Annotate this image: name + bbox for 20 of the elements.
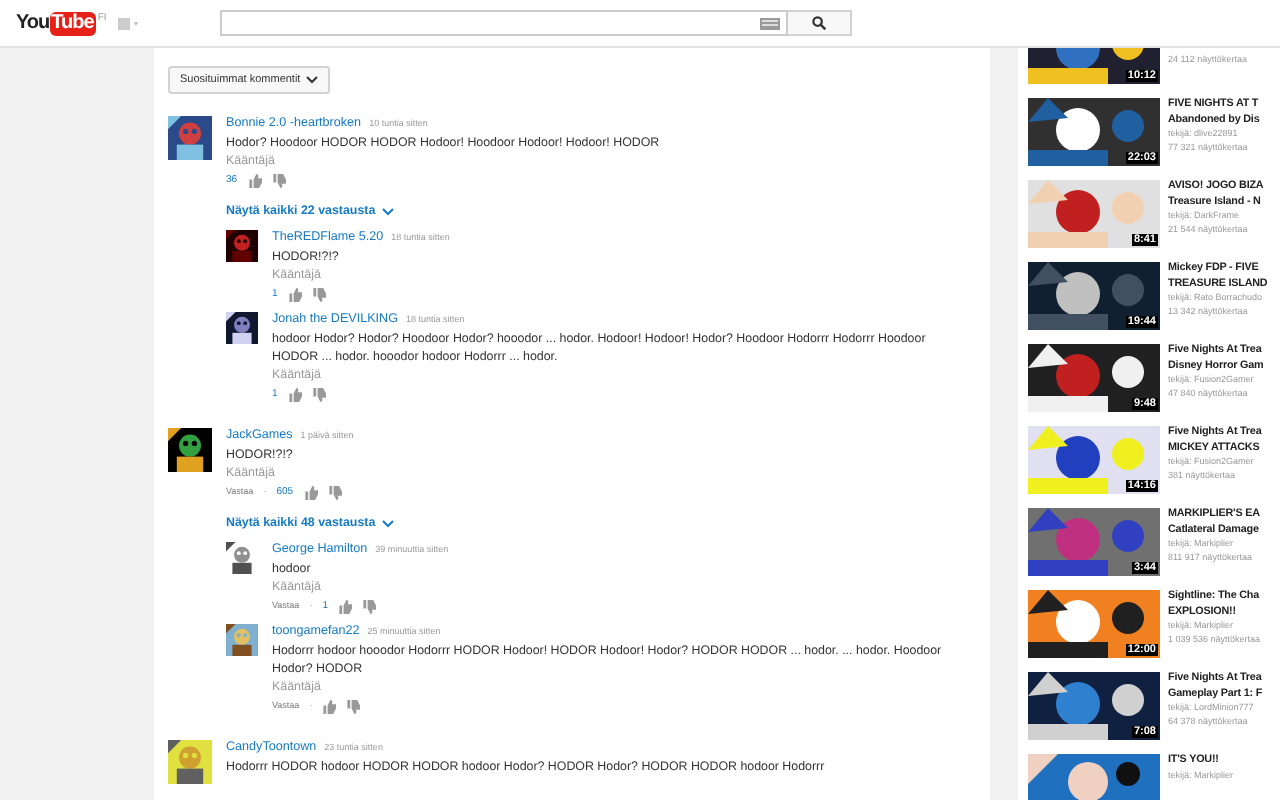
- caret-icon: [306, 76, 319, 84]
- caret-icon: [381, 519, 394, 527]
- search-icon: [812, 16, 827, 30]
- thumbs-down-icon[interactable]: [311, 387, 326, 401]
- keyboard-icon[interactable]: [760, 17, 781, 29]
- thumbs-up-icon[interactable]: [337, 599, 352, 613]
- thumbs-up-icon[interactable]: [287, 287, 302, 301]
- thumbs-up-icon[interactable]: [247, 173, 262, 187]
- thumbs-down-icon[interactable]: [271, 173, 286, 187]
- thumbs-up-icon[interactable]: [322, 699, 337, 713]
- thumbs-down-icon[interactable]: [361, 599, 376, 613]
- guide-menu-icon[interactable]: [118, 17, 143, 29]
- thumbs-down-icon[interactable]: [311, 287, 326, 301]
- caret-icon: [381, 207, 394, 215]
- thumbs-up-icon[interactable]: [303, 485, 318, 499]
- search-field[interactable]: [220, 10, 789, 36]
- search-button[interactable]: [788, 10, 853, 36]
- thumbs-up-icon[interactable]: [287, 387, 302, 401]
- thumbs-down-icon[interactable]: [327, 485, 342, 499]
- thumbs-down-icon[interactable]: [346, 699, 361, 713]
